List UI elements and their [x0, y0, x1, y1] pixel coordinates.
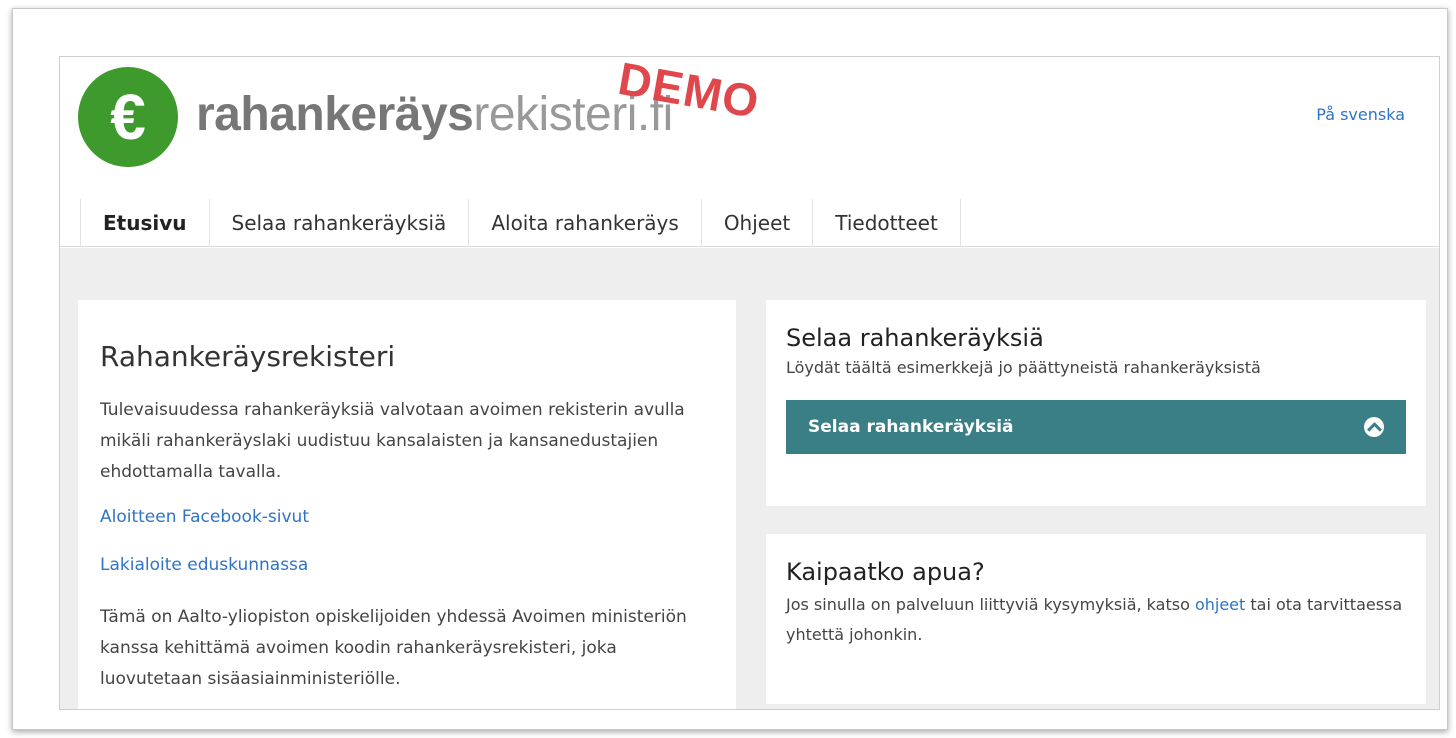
help-text-before: Jos sinulla on palveluun liittyviä kysym…	[786, 595, 1190, 614]
content-area: Rahankeräysrekisteri Tulevaisuudessa rah…	[60, 248, 1439, 709]
parliament-link[interactable]: Lakialoite eduskunnassa	[100, 554, 716, 576]
browse-card-subtitle: Löydät täältä esimerkkejä jo päättyneist…	[786, 358, 1261, 377]
screenshot-frame: € rahankeräysrekisteri.fi DEMO På svensk…	[12, 8, 1448, 730]
euro-logo-icon[interactable]: €	[78, 67, 178, 167]
facebook-link[interactable]: Aloitteen Facebook-sivut	[100, 506, 716, 528]
about-text: Tämä on Aalto-yliopiston opiskelijoiden …	[100, 607, 687, 689]
help-card-title: Kaipaatko apua?	[786, 558, 985, 586]
euro-symbol: €	[110, 81, 146, 153]
help-instructions-link[interactable]: ohjeet	[1195, 595, 1245, 614]
browse-card: Selaa rahankeräyksiä Löydät täältä esime…	[766, 300, 1426, 506]
tab-etusivu[interactable]: Etusivu	[80, 199, 210, 247]
tab-selaa-rahankerayksia[interactable]: Selaa rahankeräyksiä	[208, 199, 470, 247]
tab-ohjeet[interactable]: Ohjeet	[700, 199, 814, 247]
site-logo-text[interactable]: rahankeräysrekisteri.fi	[196, 87, 673, 143]
page-title: Rahankeräysrekisteri	[100, 340, 396, 373]
browser-viewport: € rahankeräysrekisteri.fi DEMO På svensk…	[59, 56, 1440, 710]
logo-text-bold: rahankeräys	[196, 88, 474, 141]
circle-arrow-icon	[1364, 417, 1384, 437]
intro-card: Rahankeräysrekisteri Tulevaisuudessa rah…	[78, 300, 736, 709]
main-nav: Etusivu Selaa rahankeräyksiä Aloita raha…	[80, 199, 961, 247]
browse-button-label: Selaa rahankeräyksiä	[808, 417, 1014, 437]
help-text: Jos sinulla on palveluun liittyviä kysym…	[786, 590, 1406, 650]
site-header: € rahankeräysrekisteri.fi DEMO På svensk…	[60, 57, 1439, 247]
help-card: Kaipaatko apua? Jos sinulla on palveluun…	[766, 534, 1426, 704]
intro-text: Tulevaisuudessa rahankeräyksiä valvotaan…	[100, 400, 685, 482]
browse-fundraisings-button[interactable]: Selaa rahankeräyksiä	[786, 400, 1406, 454]
tab-tiedotteet[interactable]: Tiedotteet	[812, 199, 961, 247]
language-switch-link[interactable]: På svenska	[1316, 105, 1405, 124]
tab-aloita-rahankerays[interactable]: Aloita rahankeräys	[468, 199, 702, 247]
browse-card-title: Selaa rahankeräyksiä	[786, 324, 1044, 352]
